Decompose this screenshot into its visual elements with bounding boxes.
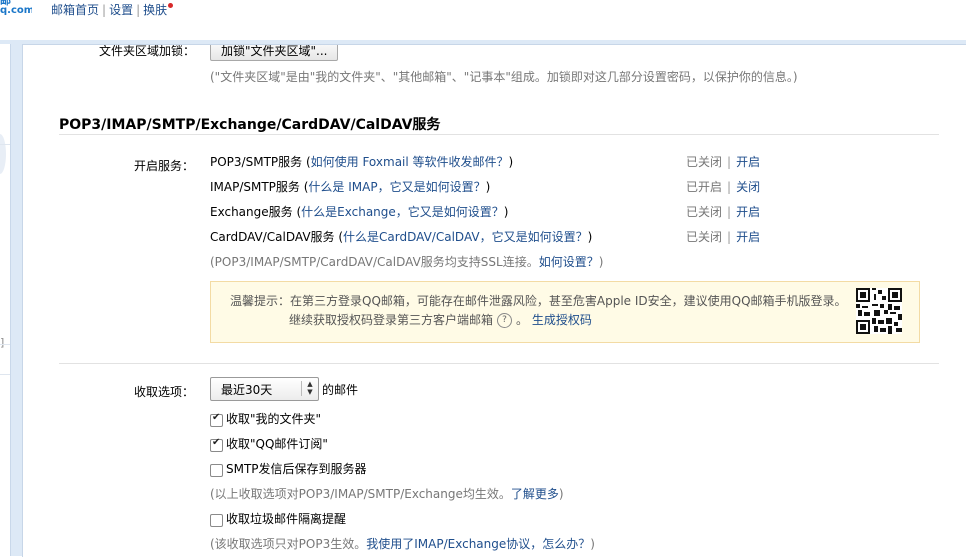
separator: | (136, 3, 141, 17)
enable-service-label: 开启服务： (134, 159, 195, 173)
sidebar-divider (0, 374, 10, 375)
separator: | (727, 205, 732, 219)
label-my-folders: 收取"我的文件夹" (226, 412, 322, 426)
service-name: Exchange服务 (什么是Exchange，它又是如何设置？) (210, 205, 509, 219)
separator: | (727, 230, 732, 244)
toggle-carddav-button[interactable]: 开启 (736, 230, 760, 244)
main-panel: 文件夹区域加锁： 加锁"文件夹区域"... ("文件夹区域"是由"我的文件夹"、… (14, 40, 966, 557)
service-name: POP3/SMTP服务 (如何使用 Foxmail 等软件收发邮件？) (210, 155, 514, 169)
status-text: 已关闭 (686, 230, 723, 244)
top-bar: 邮 q.com 邮箱首页 | 设置 | 换肤 (0, 0, 966, 40)
select-divider (301, 381, 302, 396)
service-status: 已关闭 | 开启 (686, 228, 760, 245)
service-status: 已关闭 | 开启 (686, 203, 760, 220)
tip-sep: 。 (516, 313, 529, 327)
service-name: IMAP/SMTP服务 (什么是 IMAP，它又是如何设置？) (210, 180, 491, 194)
service-name: CardDAV/CalDAV服务 (什么是CardDAV/CalDAV，它又是如… (210, 230, 593, 244)
logo-domain: q.com (0, 5, 32, 16)
folder-lock-label: 文件夹区域加锁： (99, 44, 196, 58)
learn-more-link[interactable]: 了解更多 (511, 487, 559, 501)
ssl-howto-link[interactable]: 如何设置？ (539, 255, 599, 269)
lock-folder-button[interactable]: 加锁"文件夹区域"... (210, 45, 339, 61)
receive-note-1: (以上收取选项对POP3/IMAP/SMTP/Exchange均生效。了解更多) (210, 485, 564, 502)
top-links: 邮箱首页 | 设置 | 换肤 (51, 1, 174, 18)
checkbox-spam-notice[interactable] (210, 514, 223, 527)
service-status: 已开启 | 关闭 (686, 178, 760, 195)
select-value: 最近30天 (221, 383, 273, 397)
help-link-pop3[interactable]: 如何使用 Foxmail 等软件收发邮件？ (311, 155, 509, 169)
toggle-imap-button[interactable]: 关闭 (736, 180, 760, 194)
receive-suffix: 的邮件 (322, 383, 359, 397)
section-divider (59, 363, 939, 364)
qq-mail-logo[interactable]: 邮 q.com (0, 0, 32, 18)
receive-range-select[interactable]: 最近30天 ▲▼ (210, 377, 319, 401)
service-name-text: Exchange服务 (210, 205, 293, 219)
settings-content: 文件夹区域加锁： 加锁"文件夹区域"... ("文件夹区域"是由"我的文件夹"、… (22, 44, 966, 557)
imap-exchange-help-link[interactable]: 我使用了IMAP/Exchange协议，怎么办？ (366, 537, 590, 551)
change-skin-link[interactable]: 换肤 (143, 3, 167, 17)
separator: | (727, 155, 732, 169)
label-smtp-save: SMTP发信后保存到服务器 (226, 462, 367, 476)
service-name-text: POP3/SMTP服务 (210, 155, 303, 169)
status-text: 已关闭 (686, 205, 723, 219)
receive-options-label: 收取选项： (134, 385, 195, 399)
ssl-note-text: (POP3/IMAP/SMTP/CardDAV/CalDAV服务均支持SSL连接… (210, 255, 539, 269)
toggle-pop3-button[interactable]: 开启 (736, 155, 760, 169)
toggle-exchange-button[interactable]: 开启 (736, 205, 760, 219)
help-link-carddav[interactable]: 什么是CardDAV/CalDAV，它又是如何设置？ (343, 230, 588, 244)
note-1-text: (以上收取选项对POP3/IMAP/SMTP/Exchange均生效。 (210, 487, 511, 501)
tip-line-2-text: 继续获取授权码登录第三方客户端邮箱 (289, 313, 494, 327)
tip-line-2: 继续获取授权码登录第三方客户端邮箱?。 生成授权码 (289, 311, 592, 328)
note-2-text: (该收取选项只对POP3生效。 (210, 537, 367, 551)
receive-note-2: (该收取选项只对POP3生效。我使用了IMAP/Exchange协议，怎么办？) (210, 535, 595, 552)
service-name-text: IMAP/SMTP服务 (210, 180, 300, 194)
note-2-close: ) (590, 537, 595, 551)
checkbox-my-folders[interactable] (210, 412, 223, 427)
generate-auth-code-link[interactable]: 生成授权码 (532, 313, 592, 327)
tip-line-1: 温馨提示：在第三方登录QQ邮箱，可能存在邮件泄露风险，甚至危害Apple ID安… (230, 294, 847, 308)
notification-dot (168, 3, 174, 8)
ssl-note: (POP3/IMAP/SMTP/CardDAV/CalDAV服务均支持SSL连接… (210, 253, 603, 270)
sidebar-divider (0, 344, 10, 345)
separator: | (102, 3, 107, 17)
section-divider (59, 134, 939, 135)
settings-link[interactable]: 设置 (109, 3, 133, 17)
service-name-text: CardDAV/CalDAV服务 (210, 230, 335, 244)
label-spam-notice: 收取垃圾邮件隔离提醒 (226, 512, 347, 526)
status-text: 已关闭 (686, 155, 723, 169)
ssl-note-close: ) (598, 255, 604, 269)
checkbox-smtp-save[interactable] (210, 464, 223, 477)
question-icon[interactable]: ? (497, 313, 513, 328)
security-tip-box: 温馨提示：在第三方登录QQ邮箱，可能存在邮件泄露风险，甚至危害Apple ID安… (210, 281, 920, 343)
sidebar-divider (0, 144, 10, 145)
label-subscription: 收取"QQ邮件订阅" (226, 437, 328, 451)
note-1-close: ) (558, 487, 564, 501)
help-link-exchange[interactable]: 什么是Exchange，它又是如何设置？ (301, 205, 504, 219)
service-status: 已关闭 | 开启 (686, 153, 760, 170)
sidebar-avatar-fragment (0, 134, 6, 174)
qr-code-icon[interactable] (856, 288, 902, 334)
folder-lock-hint: ("文件夹区域"是由"我的文件夹"、"其他邮箱"、"记事本"组成。加锁即对这几部… (210, 70, 798, 84)
help-link-imap[interactable]: 什么是 IMAP，它又是如何设置？ (308, 180, 485, 194)
sidebar-bracket: ] (0, 336, 5, 349)
select-arrow-icon: ▲▼ (306, 380, 314, 396)
services-section-title: POP3/IMAP/SMTP/Exchange/CardDAV/CalDAV服务 (59, 117, 441, 133)
checkbox-subscription[interactable] (210, 437, 223, 452)
status-text: 已开启 (686, 180, 723, 194)
separator: | (727, 180, 732, 194)
left-sidebar-card: ] (0, 44, 11, 556)
mail-home-link[interactable]: 邮箱首页 (51, 3, 99, 17)
